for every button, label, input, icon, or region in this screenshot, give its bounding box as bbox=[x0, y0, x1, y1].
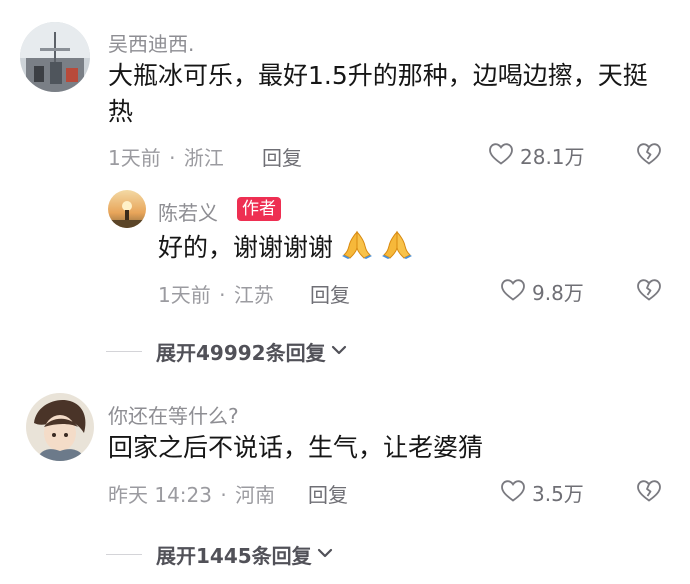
meta-separator: · bbox=[169, 146, 176, 170]
reply-button[interactable]: 回复 bbox=[310, 279, 350, 308]
comment-meta: 1天前 · 浙江 bbox=[108, 142, 224, 171]
broken-heart-icon bbox=[636, 279, 662, 306]
dislike-button[interactable] bbox=[636, 142, 662, 170]
folded-hands-icon bbox=[381, 228, 413, 270]
divider bbox=[106, 554, 142, 555]
reply-button[interactable]: 回复 bbox=[262, 142, 302, 171]
author-badge: 作者 bbox=[237, 197, 281, 221]
comment-meta: 昨天 14:23 · 河南 bbox=[108, 479, 275, 508]
expand-replies-label: 展开1445条回复 bbox=[156, 544, 312, 568]
comment-username[interactable]: 你还在等什么? bbox=[108, 400, 239, 429]
comment-location: 河南 bbox=[235, 483, 276, 507]
like-count: 3.5万 bbox=[532, 482, 584, 506]
comment-text-body: 回家之后不说话，生气，让老婆猜 bbox=[108, 433, 484, 462]
dislike-button[interactable] bbox=[636, 278, 662, 306]
like-count: 9.8万 bbox=[532, 281, 584, 305]
avatar[interactable] bbox=[20, 22, 90, 92]
heart-icon bbox=[500, 278, 526, 306]
reply-time: 1天前 bbox=[158, 283, 211, 307]
chevron-down-icon bbox=[316, 545, 334, 564]
reply-text-body: 好的，谢谢谢谢 bbox=[158, 233, 334, 262]
avatar[interactable] bbox=[26, 393, 94, 461]
broken-heart-icon bbox=[636, 143, 662, 170]
broken-heart-icon bbox=[636, 480, 662, 507]
like-count: 28.1万 bbox=[520, 145, 585, 169]
comment-time: 1天前 bbox=[108, 146, 161, 170]
comment-time: 昨天 14:23 bbox=[108, 483, 212, 507]
reply-username[interactable]: 陈若义 bbox=[158, 197, 218, 226]
comment-username[interactable]: 吴西迪西. bbox=[108, 28, 194, 57]
like-button[interactable]: 3.5万 bbox=[500, 478, 584, 507]
comment-text: 回家之后不说话，生气，让老婆猜 bbox=[108, 430, 668, 466]
folded-hands-icon bbox=[341, 228, 373, 270]
comment-text: 大瓶冰可乐，最好1.5升的那种，边喝边擦，天挺热 bbox=[108, 58, 668, 130]
meta-separator: · bbox=[219, 283, 226, 307]
like-button[interactable]: 9.8万 bbox=[500, 277, 584, 306]
heart-icon bbox=[488, 142, 514, 170]
comment-text-body: 大瓶冰可乐，最好1.5升的那种，边喝边擦，天挺热 bbox=[108, 61, 648, 126]
comment-location: 浙江 bbox=[183, 146, 224, 170]
reply-button[interactable]: 回复 bbox=[308, 479, 348, 508]
reply-text: 好的，谢谢谢谢 bbox=[158, 228, 658, 270]
dislike-button[interactable] bbox=[636, 479, 662, 507]
reply-meta: 1天前 · 江苏 bbox=[158, 279, 274, 308]
expand-replies-label: 展开49992条回复 bbox=[156, 341, 326, 365]
heart-icon bbox=[500, 479, 526, 507]
divider bbox=[106, 351, 142, 352]
reply-location: 江苏 bbox=[233, 283, 274, 307]
like-button[interactable]: 28.1万 bbox=[488, 141, 585, 170]
chevron-down-icon bbox=[330, 342, 348, 361]
avatar[interactable] bbox=[108, 190, 146, 228]
expand-replies-button[interactable]: 展开49992条回复 bbox=[106, 337, 348, 366]
meta-separator: · bbox=[220, 483, 227, 507]
expand-replies-button[interactable]: 展开1445条回复 bbox=[106, 540, 334, 569]
